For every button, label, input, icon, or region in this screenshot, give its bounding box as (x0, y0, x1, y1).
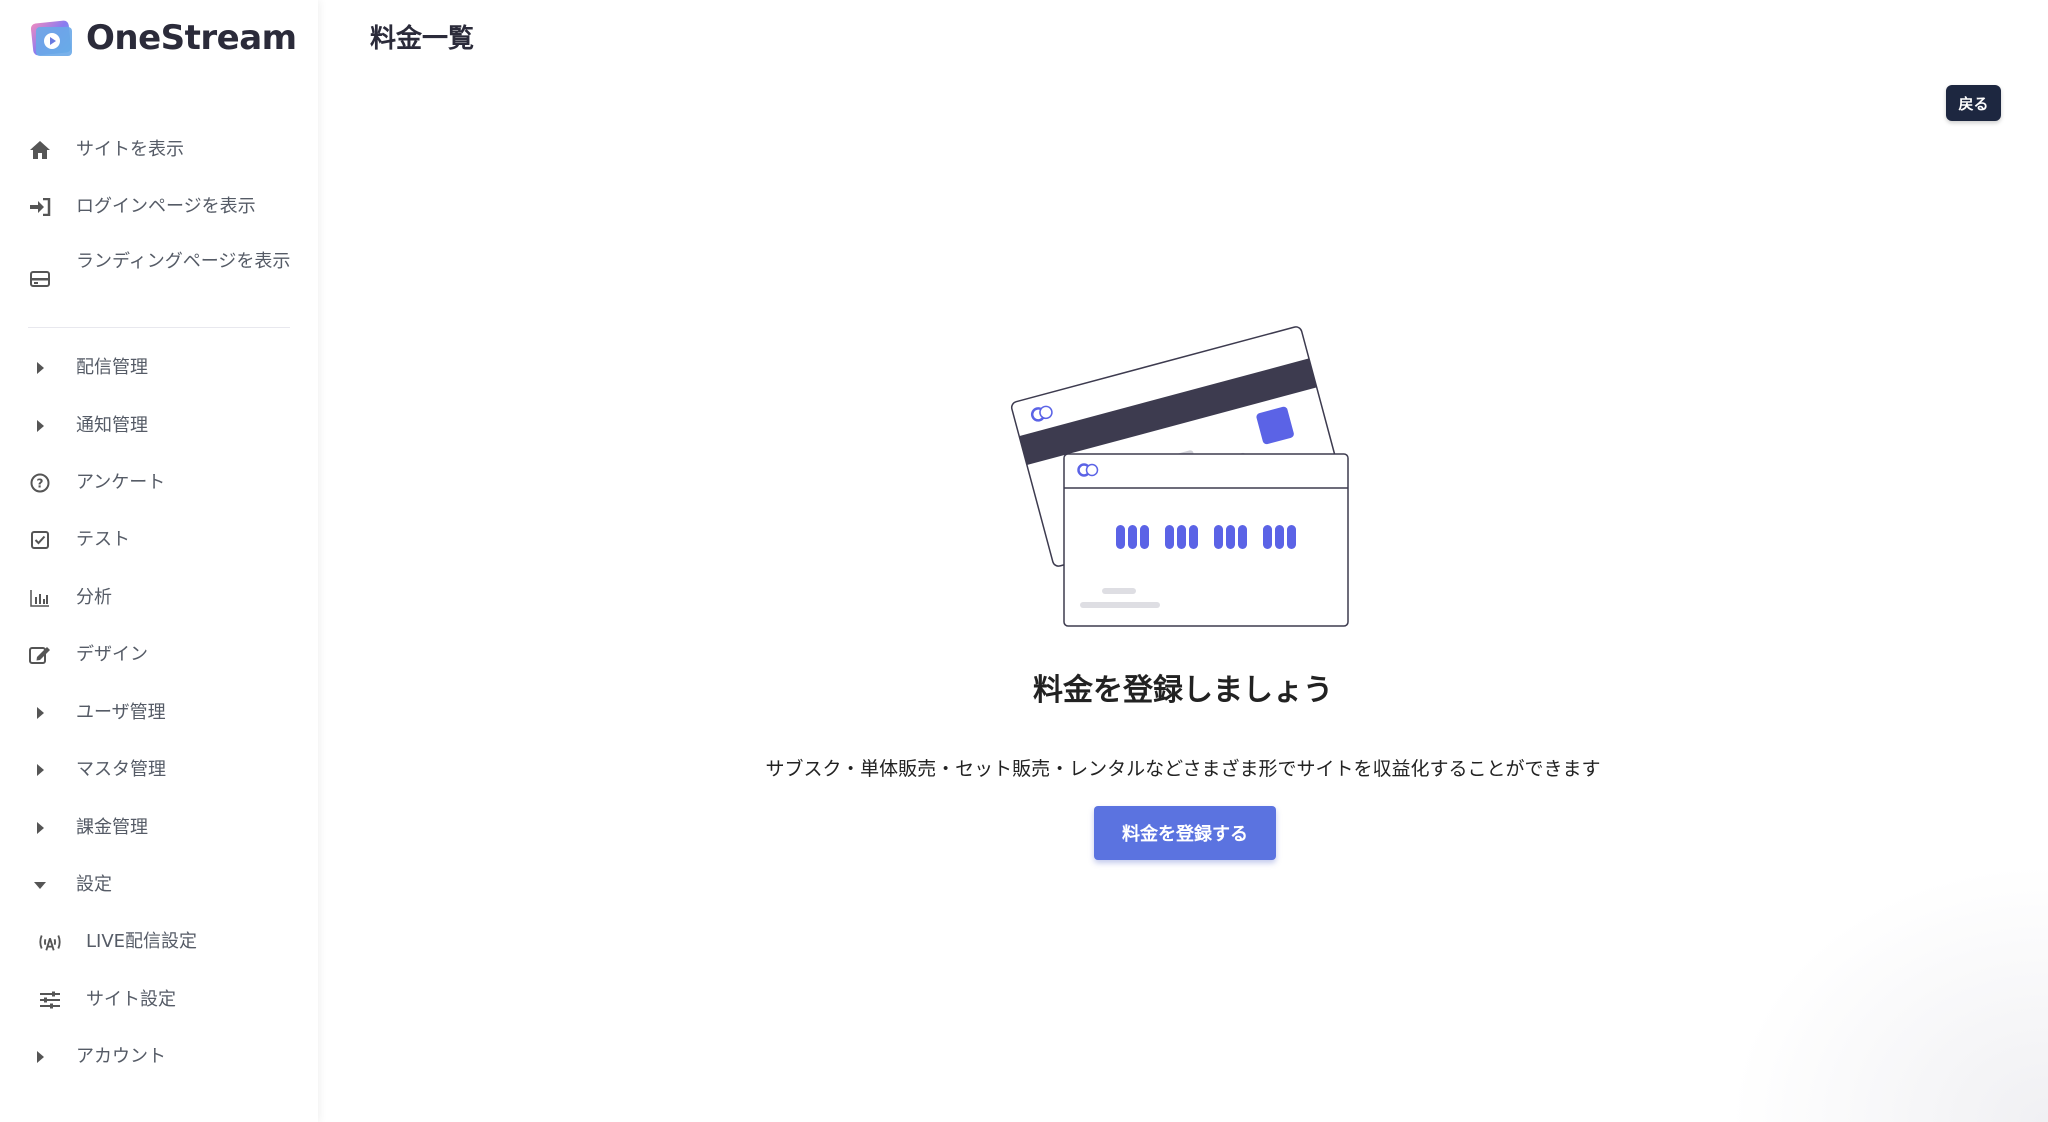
caret-right-icon (28, 356, 52, 380)
sidebar-item-view-login[interactable]: ログインページを表示 (0, 187, 318, 227)
sidebar-item-label: アカウント (76, 1046, 166, 1067)
sidebar-item-label: 分析 (76, 587, 112, 608)
sidebar-item-test[interactable]: テスト (0, 520, 318, 560)
sidebar-item-billing[interactable]: 課金管理 (0, 808, 318, 848)
background-shade (1728, 862, 2048, 1122)
broadcast-icon (38, 930, 62, 954)
sidebar: OneStream サイトを表示 ログインページを表示 ランディングページを表示… (0, 0, 318, 1122)
sidebar-item-label: テスト (76, 529, 130, 550)
sidebar-item-label: 課金管理 (76, 817, 148, 838)
sign-in-icon (28, 195, 52, 219)
sidebar-item-label: サイトを表示 (76, 139, 184, 160)
sidebar-item-label: ログインページを表示 (76, 196, 256, 217)
sidebar-item-label: マスタ管理 (76, 759, 166, 780)
landing-page-icon (28, 267, 52, 291)
caret-right-icon (28, 414, 52, 438)
sidebar-item-label: 配信管理 (76, 357, 148, 378)
caret-right-icon (28, 758, 52, 782)
sidebar-item-notifications[interactable]: 通知管理 (0, 406, 318, 446)
bar-chart-icon (28, 586, 52, 610)
caret-down-icon (28, 873, 52, 897)
sidebar-item-label: 設定 (76, 874, 112, 895)
sidebar-item-account[interactable]: アカウント (0, 1037, 318, 1077)
edit-icon (28, 643, 52, 667)
page-title: 料金一覧 (370, 24, 475, 54)
credit-card-illustration (1010, 320, 1370, 640)
svg-text:?: ? (37, 477, 44, 491)
sidebar-item-settings[interactable]: 設定 (0, 865, 318, 905)
caret-right-icon (28, 1045, 52, 1069)
sidebar-item-distribution[interactable]: 配信管理 (0, 348, 318, 388)
sidebar-item-label: アンケート (76, 472, 166, 493)
sidebar-item-users[interactable]: ユーザ管理 (0, 693, 318, 733)
sidebar-item-view-landing[interactable]: ランディングページを表示 (0, 244, 318, 314)
register-price-button[interactable]: 料金を登録する (1094, 806, 1276, 860)
logo[interactable]: OneStream (30, 18, 297, 58)
sidebar-item-site-settings[interactable]: サイト設定 (0, 980, 318, 1020)
home-icon (28, 138, 52, 162)
sidebar-item-design[interactable]: デザイン (0, 635, 318, 675)
sidebar-item-master[interactable]: マスタ管理 (0, 750, 318, 790)
sidebar-item-label: 通知管理 (76, 415, 148, 436)
caret-right-icon (28, 816, 52, 840)
sliders-icon (38, 988, 62, 1012)
sidebar-item-label: LIVE配信設定 (86, 931, 198, 952)
sidebar-item-label: デザイン (76, 644, 148, 665)
sidebar-divider (28, 327, 290, 328)
back-button[interactable]: 戻る (1946, 85, 2001, 121)
caret-right-icon (28, 701, 52, 725)
sidebar-item-label: ユーザ管理 (76, 702, 166, 723)
app-root: OneStream サイトを表示 ログインページを表示 ランディングページを表示… (0, 0, 2048, 1122)
sidebar-item-view-site[interactable]: サイトを表示 (0, 130, 318, 170)
sidebar-item-label: サイト設定 (86, 989, 176, 1010)
brand-name: OneStream (86, 18, 297, 58)
question-circle-icon: ? (28, 471, 52, 495)
sidebar-item-analytics[interactable]: 分析 (0, 578, 318, 618)
sidebar-item-survey[interactable]: ? アンケート (0, 463, 318, 503)
sidebar-item-label: ランディングページを表示 (76, 251, 291, 272)
logo-icon (30, 18, 74, 58)
sidebar-item-live-settings[interactable]: LIVE配信設定 (0, 922, 318, 962)
checkbox-icon (28, 528, 52, 552)
